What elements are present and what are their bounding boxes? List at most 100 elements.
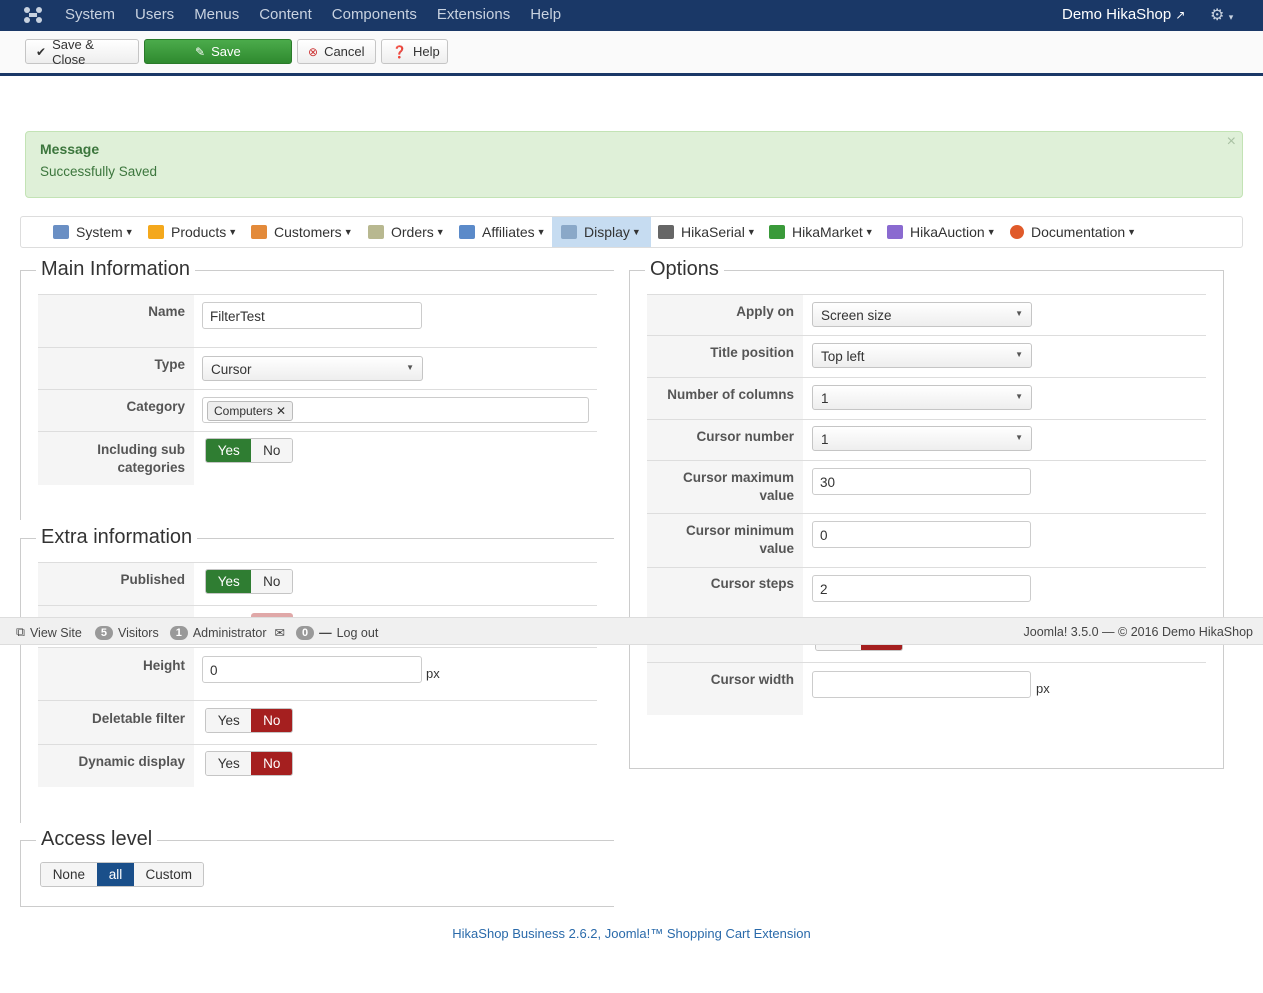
logout-link[interactable]: Log out — [337, 626, 379, 640]
cursor-steps-input[interactable]: 2 — [812, 575, 1031, 602]
version-info: Joomla! 3.5.0 — © 2016 Demo HikaShop — [1023, 625, 1253, 639]
auction-icon — [887, 225, 903, 239]
name-label: Name — [38, 295, 194, 347]
access-none[interactable]: None — [41, 863, 97, 886]
cursor-steps-label: Cursor steps — [647, 568, 803, 617]
height-unit: px — [426, 666, 440, 681]
chevron-down-icon: ▼ — [1015, 350, 1023, 359]
message-text: Successfully Saved — [40, 164, 158, 179]
nav-orders[interactable]: Orders ▼ — [368, 217, 445, 247]
dynamic-toggle: Yes No — [205, 751, 293, 776]
published-label: Published — [38, 563, 194, 605]
published-no[interactable]: No — [251, 570, 292, 593]
admin-badge: 1 — [169, 625, 188, 640]
nav-affiliates[interactable]: Affiliates ▼ — [459, 217, 546, 247]
apply-on-label: Apply on — [647, 295, 803, 335]
external-link-icon: ⧉ — [16, 625, 25, 639]
options-legend: Options — [645, 258, 724, 281]
cursor-width-label: Cursor width — [647, 663, 803, 715]
cancel-button[interactable]: ⊗ Cancel — [297, 39, 376, 64]
title-pos-select[interactable]: Top left ▼ — [812, 343, 1032, 368]
access-all[interactable]: all — [96, 863, 135, 886]
view-site-link[interactable]: View Site — [30, 626, 82, 640]
name-input[interactable]: FilterTest — [202, 302, 422, 329]
hikashop-nav: System ▼ Products ▼ Customers ▼ Orders ▼ Aff… — [20, 216, 1243, 248]
cursor-number-label: Cursor number — [647, 420, 803, 460]
users-icon — [251, 225, 267, 239]
footer-link[interactable]: HikaShop Business 2.6.2, Joomla!™ Shoppi… — [0, 926, 1263, 941]
published-yes[interactable]: Yes — [206, 570, 252, 593]
save-button[interactable]: ✎ Save — [144, 39, 292, 64]
chevron-down-icon: ▼ — [406, 363, 414, 372]
type-select[interactable]: Cursor ▼ — [202, 356, 423, 381]
chevron-down-icon: ▼ — [1015, 309, 1023, 318]
type-label: Type — [38, 348, 194, 389]
menu-components[interactable]: Components — [332, 6, 417, 23]
toolbar: ✔ Save & Close ✎ Save ⊗ Cancel ❓ Help — [0, 31, 1263, 76]
subcat-no[interactable]: No — [251, 439, 292, 462]
minus-icon: — — [319, 625, 332, 640]
columns-select[interactable]: 1 ▼ — [812, 385, 1032, 410]
edit-icon: ✎ — [195, 44, 206, 59]
admin-top-bar: System Users Menus Content Components Ex… — [0, 0, 1263, 31]
display-icon — [561, 225, 577, 239]
close-icon[interactable]: × — [1227, 133, 1236, 151]
menu-extensions[interactable]: Extensions — [437, 6, 510, 23]
nav-documentation[interactable]: Documentation ▼ — [1010, 217, 1136, 247]
access-toggle: None all Custom — [40, 862, 204, 887]
nav-products[interactable]: Products ▼ — [148, 217, 237, 247]
nav-customers[interactable]: Customers ▼ — [251, 217, 353, 247]
gear-icon[interactable]: ⚙ ▾ — [1210, 5, 1233, 25]
save-close-button[interactable]: ✔ Save & Close — [25, 37, 139, 67]
cursor-number-select[interactable]: 1 ▼ — [812, 426, 1032, 451]
visitors-badge: 5 — [94, 625, 113, 640]
nav-system[interactable]: System ▼ — [53, 217, 134, 247]
menu-system[interactable]: System — [65, 6, 115, 23]
cursor-max-label: Cursor maximum value — [647, 461, 803, 513]
nav-display[interactable]: Display ▼ — [552, 217, 651, 247]
height-input[interactable]: 0 — [202, 656, 422, 683]
nav-hikaauction[interactable]: HikaAuction ▼ — [887, 217, 996, 247]
dynamic-yes[interactable]: Yes — [206, 752, 252, 775]
published-toggle: Yes No — [205, 569, 293, 594]
apply-on-select[interactable]: Screen size ▼ — [812, 302, 1032, 327]
access-legend: Access level — [36, 828, 158, 851]
envelope-icon: ✉ — [274, 626, 285, 640]
site-link[interactable]: Demo HikaShop ↗ — [1062, 6, 1185, 23]
question-icon: ❓ — [392, 44, 407, 59]
deletable-toggle: Yes No — [205, 708, 293, 733]
external-link-icon: ↗ — [1175, 8, 1186, 22]
access-custom[interactable]: Custom — [134, 863, 203, 886]
help-button[interactable]: ❓ Help — [381, 39, 448, 64]
menu-content[interactable]: Content — [259, 6, 312, 23]
remove-tag-icon[interactable]: ✕ — [276, 404, 286, 418]
subcat-yes[interactable]: Yes — [206, 439, 252, 462]
menu-menus[interactable]: Menus — [194, 6, 239, 23]
columns-label: Number of columns — [647, 378, 803, 419]
cursor-min-label: Cursor minimum value — [647, 514, 803, 567]
menu-users[interactable]: Users — [135, 6, 174, 23]
deletable-label: Deletable filter — [38, 701, 194, 744]
nav-hikaserial[interactable]: HikaSerial ▼ — [658, 217, 756, 247]
extra-info-legend: Extra information — [36, 526, 198, 549]
cursor-max-input[interactable]: 30 — [812, 468, 1031, 495]
success-message: Message Successfully Saved × — [25, 131, 1243, 198]
cursor-width-input[interactable] — [812, 671, 1031, 698]
visitors-link[interactable]: Visitors — [118, 626, 159, 640]
joomla-logo-icon[interactable] — [22, 5, 44, 25]
top-menu: System Users Menus Content Components Ex… — [65, 6, 581, 23]
serial-icon — [658, 225, 674, 239]
chevron-down-icon: ▼ — [1015, 433, 1023, 442]
affiliates-icon — [459, 225, 475, 239]
menu-help[interactable]: Help — [530, 6, 561, 23]
messages-badge[interactable]: 0 — [295, 625, 315, 640]
cursor-min-input[interactable]: 0 — [812, 521, 1031, 548]
subcat-label: Including sub categories — [38, 432, 194, 485]
deletable-yes[interactable]: Yes — [206, 709, 252, 732]
nav-hikamarket[interactable]: HikaMarket ▼ — [769, 217, 874, 247]
deletable-no[interactable]: No — [251, 709, 292, 732]
dynamic-no[interactable]: No — [251, 752, 292, 775]
orders-icon — [368, 225, 384, 239]
admin-link[interactable]: Administrator — [193, 626, 267, 640]
check-icon: ✔ — [36, 44, 47, 59]
